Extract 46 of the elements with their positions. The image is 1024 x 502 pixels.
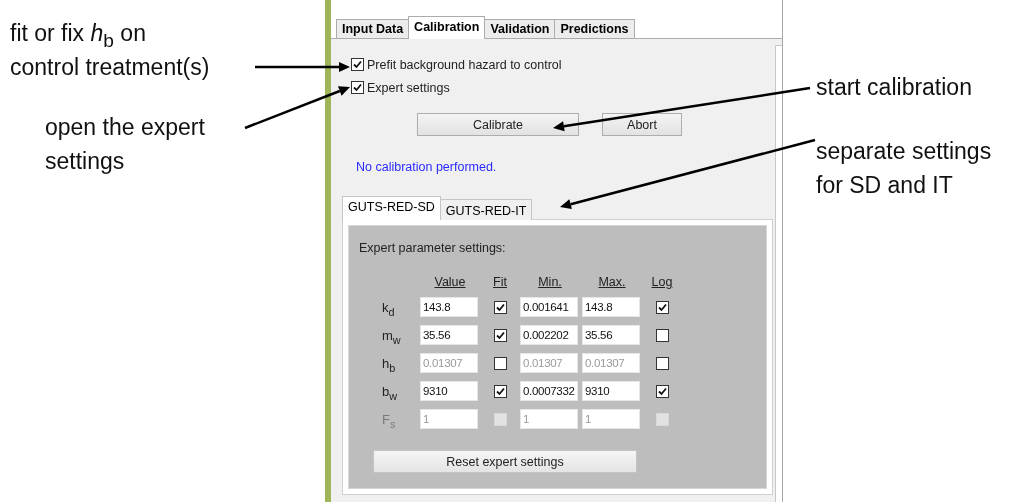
min-field[interactable]: 0.001641 bbox=[520, 297, 578, 317]
parameter-name: k$_{d}$ bbox=[381, 299, 396, 315]
min-field[interactable]: 0.002202 bbox=[520, 325, 578, 345]
tab[interactable]: Predictions bbox=[554, 19, 635, 39]
checkbox[interactable] bbox=[655, 356, 669, 370]
annotation: open the expert settings bbox=[45, 113, 205, 176]
value-field[interactable]: 35.56 bbox=[420, 325, 478, 345]
column-header: Value bbox=[434, 275, 466, 289]
max-field[interactable]: 35.56 bbox=[582, 325, 640, 345]
checkbox[interactable] bbox=[493, 328, 507, 342]
parameter-name: F$_{s}$ bbox=[381, 411, 397, 427]
annotation: start calibration bbox=[816, 73, 972, 102]
checkbox[interactable] bbox=[493, 356, 507, 370]
tab[interactable]: Calibration bbox=[408, 16, 486, 39]
column-header: Min. bbox=[538, 275, 562, 289]
column-header: Fit bbox=[493, 275, 507, 289]
value-field[interactable]: 143.8 bbox=[420, 297, 478, 317]
tab[interactable]: GUTS-RED-IT bbox=[439, 199, 533, 220]
parameter-name: m$_{w}$ bbox=[381, 327, 402, 343]
checkbox-label[interactable]: Prefit background hazard to control bbox=[367, 57, 562, 72]
checkbox[interactable] bbox=[493, 300, 507, 314]
checkbox[interactable] bbox=[655, 328, 669, 342]
checkbox[interactable] bbox=[655, 384, 669, 398]
column-header: Max. bbox=[598, 275, 626, 289]
checkbox[interactable] bbox=[351, 81, 364, 94]
calibrate-button[interactable]: Calibrate bbox=[417, 113, 579, 136]
reset-button[interactable]: Reset expert settings bbox=[373, 450, 637, 473]
checkbox[interactable] bbox=[493, 384, 507, 398]
annotation: separate settings for SD and IT bbox=[816, 137, 992, 200]
checkbox[interactable] bbox=[655, 300, 669, 314]
value-field[interactable]: 9310 bbox=[420, 381, 478, 401]
checkbox-label[interactable]: Expert settings bbox=[367, 80, 450, 95]
tab[interactable]: GUTS-RED-SD bbox=[342, 196, 441, 220]
tab[interactable]: Input Data bbox=[336, 19, 410, 39]
min-field[interactable]: 0.0007332 bbox=[520, 381, 578, 401]
max-field[interactable]: 9310 bbox=[582, 381, 640, 401]
checkbox[interactable] bbox=[351, 58, 364, 71]
annotation: fit or fix h$_{b}$ on control treatment(s) bbox=[10, 19, 210, 82]
max-field[interactable]: 143.8 bbox=[582, 297, 640, 317]
status-text: No calibration performed. bbox=[356, 160, 498, 174]
panel-title: Expert parameter settings: bbox=[359, 241, 507, 255]
abort-button[interactable]: Abort bbox=[602, 113, 682, 136]
column-header: Log bbox=[651, 275, 673, 289]
parameter-name: h$_{b}$ bbox=[381, 355, 397, 371]
parameter-name: b$_{w}$ bbox=[381, 383, 399, 399]
tab[interactable]: Validation bbox=[484, 19, 556, 39]
